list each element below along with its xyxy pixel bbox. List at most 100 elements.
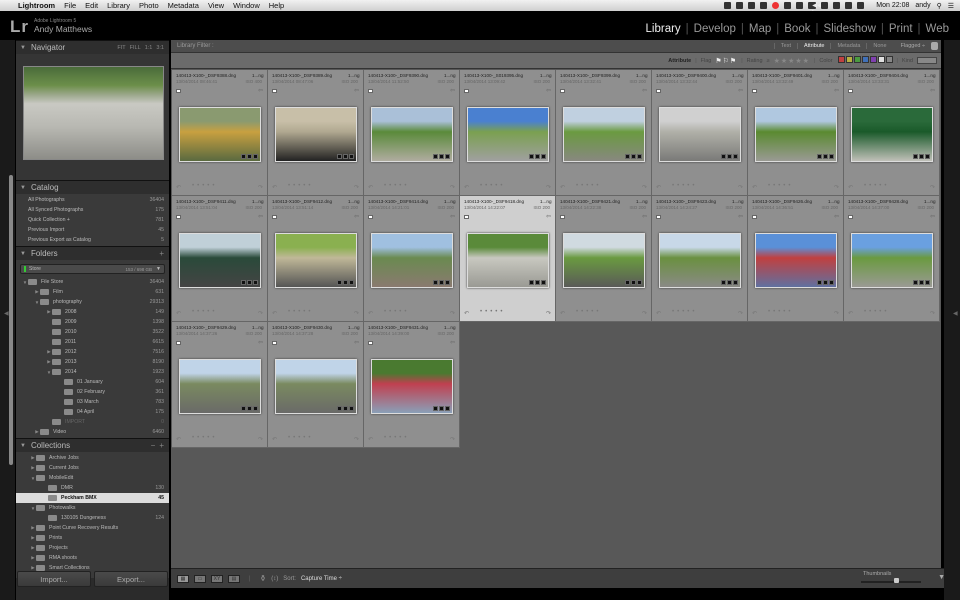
rating-dots[interactable]: ••••• — [384, 183, 410, 189]
filter-preset-select[interactable]: Flagged ÷ — [901, 43, 925, 49]
quick-collection-icon[interactable]: ⇦ — [354, 339, 359, 346]
grid-cell[interactable]: 140413-X100-_DSF9390.dng 1...ng 13/04/201… — [364, 70, 460, 196]
flag-icon[interactable] — [272, 215, 277, 219]
crop-badge-icon[interactable] — [349, 406, 354, 411]
sort-direction-icon[interactable]: (↕) — [271, 576, 278, 582]
quick-collection-icon[interactable]: ⇦ — [258, 213, 263, 220]
rating-dots[interactable]: ••••• — [480, 183, 506, 189]
folder-item[interactable]: ▶ 2008 149 — [16, 307, 169, 317]
collection-item[interactable]: ▶ RMA shoots — [16, 553, 169, 563]
flag-icon[interactable] — [464, 215, 469, 219]
photo-thumbnail[interactable] — [659, 233, 741, 288]
crop-badge-icon[interactable] — [253, 154, 258, 159]
crop-badge-icon[interactable] — [445, 154, 450, 159]
crop-badge-icon[interactable] — [829, 280, 834, 285]
rotate-right-icon[interactable]: ↷ — [834, 310, 839, 317]
flag-icon[interactable] — [752, 215, 757, 219]
flag-icon[interactable] — [176, 215, 181, 219]
rotate-left-icon[interactable]: ↶ — [272, 184, 277, 191]
thumbnail-size-slider[interactable] — [861, 580, 921, 583]
grid-cell[interactable]: 140413-X100-_DSF9399.dng 1...ng 13/04/201… — [556, 70, 652, 196]
zoom-3-1[interactable]: 3:1 — [156, 45, 164, 51]
disclosure-triangle-icon[interactable]: ▼ — [20, 251, 26, 257]
zoom-fit[interactable]: FIT — [117, 45, 125, 51]
rating-dots[interactable]: ••••• — [384, 435, 410, 441]
flag-icon[interactable] — [176, 89, 181, 93]
rotate-left-icon[interactable]: ↶ — [368, 184, 373, 191]
quick-collection-icon[interactable]: ⇦ — [546, 87, 551, 94]
grid-cell[interactable]: 140413-X100-_DSF9429.dng 1...ng 13/04/201… — [172, 322, 268, 448]
rating-operator[interactable]: ≥ — [767, 58, 770, 64]
grid-cell[interactable]: 140413-X100-_DSF9388.dng 1...ng 13/04/201… — [172, 70, 268, 196]
photo-thumbnail[interactable] — [371, 233, 453, 288]
grid-cell[interactable]: 140413-X100-_DSF9423.dng 1...ng 13/04/201… — [652, 196, 748, 322]
grid-cell[interactable]: 140413-X100-_DSF9404.dng 1...ng 13/04/201… — [844, 70, 940, 196]
survey-view-button[interactable]: ▤ — [228, 574, 240, 583]
develop-settings-badge-icon[interactable] — [241, 280, 246, 285]
metadata-badge-icon[interactable] — [247, 406, 252, 411]
flag-icon[interactable] — [656, 89, 661, 93]
quick-collection-icon[interactable]: ⇦ — [642, 87, 647, 94]
clock[interactable]: Mon 22:08 — [876, 2, 909, 9]
rating-dots[interactable]: ••••• — [384, 309, 410, 315]
photo-thumbnail[interactable] — [851, 107, 933, 162]
rotate-left-icon[interactable]: ↶ — [752, 310, 757, 317]
rating-stars[interactable]: ★★★★★ — [774, 57, 810, 65]
grid-cell[interactable]: 140413-X100-_DSF9389.dng 1...ng 13/04/201… — [268, 70, 364, 196]
rotate-right-icon[interactable]: ↷ — [642, 184, 647, 191]
folder-item[interactable]: ▼ File Store 36404 — [16, 277, 169, 287]
collections-header[interactable]: ▼ Collections − + — [16, 438, 169, 452]
rotate-left-icon[interactable]: ↶ — [368, 436, 373, 443]
rotate-left-icon[interactable]: ↶ — [656, 184, 661, 191]
rotate-right-icon[interactable]: ↷ — [930, 184, 935, 191]
quick-collection-icon[interactable]: ⇦ — [930, 87, 935, 94]
collection-item[interactable]: ▶ Prints — [16, 533, 169, 543]
grid-cell[interactable]: 140413-X100-_DSF9414.dng 1...ng 13/04/201… — [364, 196, 460, 322]
filter-metadata-tab[interactable]: Metadata — [830, 43, 866, 49]
filter-text-tab[interactable]: Text — [773, 43, 797, 49]
rotate-left-icon[interactable]: ↶ — [464, 310, 469, 317]
folder-item[interactable]: ▶ Film 631 — [16, 287, 169, 297]
spotlight-icon[interactable]: ⚲ — [937, 2, 942, 10]
rotate-left-icon[interactable]: ↶ — [176, 436, 181, 443]
develop-settings-badge-icon[interactable] — [529, 280, 534, 285]
menu-view[interactable]: View — [208, 1, 224, 10]
develop-settings-badge-icon[interactable] — [817, 154, 822, 159]
metadata-badge-icon[interactable] — [247, 280, 252, 285]
disclosure-triangle-icon[interactable]: ▼ — [20, 45, 26, 51]
grid-cell[interactable]: 140413-X100-_DSF9421.dng 1...ng 13/04/201… — [556, 196, 652, 322]
crop-badge-icon[interactable] — [445, 280, 450, 285]
quick-collection-icon[interactable]: ⇦ — [450, 87, 455, 94]
menu-help[interactable]: Help — [269, 1, 284, 10]
rating-dots[interactable]: ••••• — [672, 183, 698, 189]
rotate-left-icon[interactable]: ↶ — [848, 310, 853, 317]
color-swatch[interactable] — [845, 56, 853, 63]
disclosure-triangle-icon[interactable]: ▼ — [20, 443, 26, 449]
metadata-badge-icon[interactable] — [823, 280, 828, 285]
navigator-header[interactable]: ▼ Navigator FIT FILL 1:1 3:1 — [16, 40, 169, 54]
menu-app-name[interactable]: Lightroom — [18, 1, 55, 10]
develop-settings-badge-icon[interactable] — [433, 280, 438, 285]
grid-cell[interactable]: 140413-X100-_DSF9426.dng 1...ng 13/04/201… — [748, 196, 844, 322]
metadata-badge-icon[interactable] — [919, 154, 924, 159]
folder-item[interactable]: 2010 3522 — [16, 327, 169, 337]
grid-cell[interactable]: 140413-X100-_DSF9428.dng 1...ng 13/04/201… — [844, 196, 940, 322]
thumbnail-size-knob[interactable] — [894, 577, 899, 583]
rotate-right-icon[interactable]: ↷ — [642, 310, 647, 317]
develop-settings-badge-icon[interactable] — [913, 280, 918, 285]
folder-item[interactable]: 03 March 783 — [16, 397, 169, 407]
sort-select[interactable]: Capture Time ÷ — [301, 576, 342, 582]
metadata-badge-icon[interactable] — [535, 154, 540, 159]
metadata-badge-icon[interactable] — [727, 154, 732, 159]
flag-icon[interactable] — [560, 89, 565, 93]
crop-badge-icon[interactable] — [253, 280, 258, 285]
volume-menu-icon[interactable]: ▼ — [156, 266, 161, 272]
compare-view-button[interactable]: XY — [211, 574, 223, 583]
rotate-right-icon[interactable]: ↷ — [546, 184, 551, 191]
rotate-right-icon[interactable]: ↷ — [546, 310, 551, 317]
flag-icon[interactable] — [368, 341, 373, 345]
rotate-right-icon[interactable]: ↷ — [258, 184, 263, 191]
left-panel-scrollbar[interactable] — [9, 175, 13, 465]
module-map[interactable]: Map — [744, 23, 776, 35]
folder-item[interactable]: 2009 1398 — [16, 317, 169, 327]
